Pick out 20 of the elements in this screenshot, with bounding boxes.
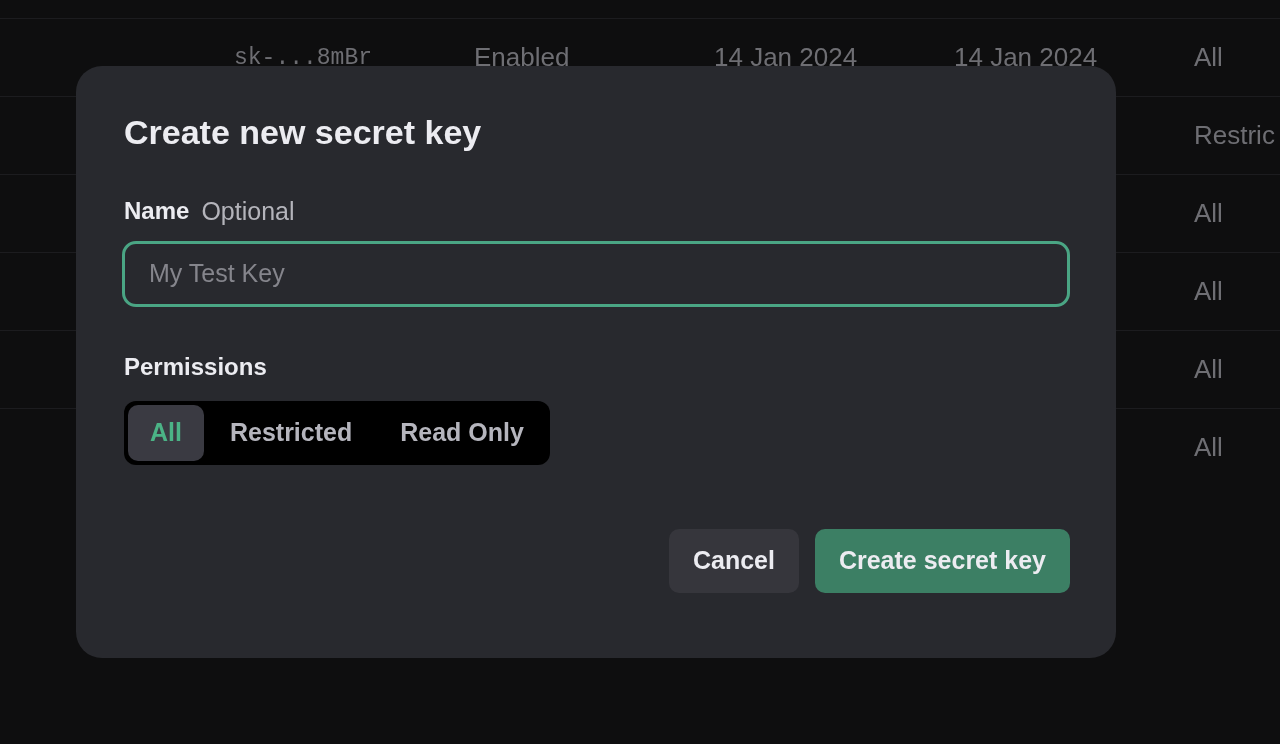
permission-cell: All [1194,354,1223,384]
status-cell: Enabled [474,42,570,72]
dialog-title: Create new secret key [124,112,483,153]
optional-hint: Optional [201,196,295,226]
date-cell: 14 Jan 2024 [714,42,858,72]
permission-cell: All [1194,432,1223,462]
permission-cell: All [1194,276,1223,306]
date-cell: 14 Jan 2024 [954,42,1098,72]
key-cell: sk-...8mBr [234,44,373,71]
name-input-field[interactable]: My Test Key [122,240,1070,307]
field-label: Permissions [124,352,268,381]
create-button[interactable]: Create secret key [814,528,1070,593]
permission-cell: All [1194,198,1223,228]
cancel-button[interactable]: Cancel [668,528,799,593]
field-label: Name [124,196,190,226]
permission-option[interactable]: Restricted [207,404,375,461]
permission-option[interactable]: Read Only [378,404,546,461]
permission-cell: Restric [1194,120,1275,150]
permission-cell: All [1194,42,1223,72]
permission-option[interactable]: All [128,404,204,461]
